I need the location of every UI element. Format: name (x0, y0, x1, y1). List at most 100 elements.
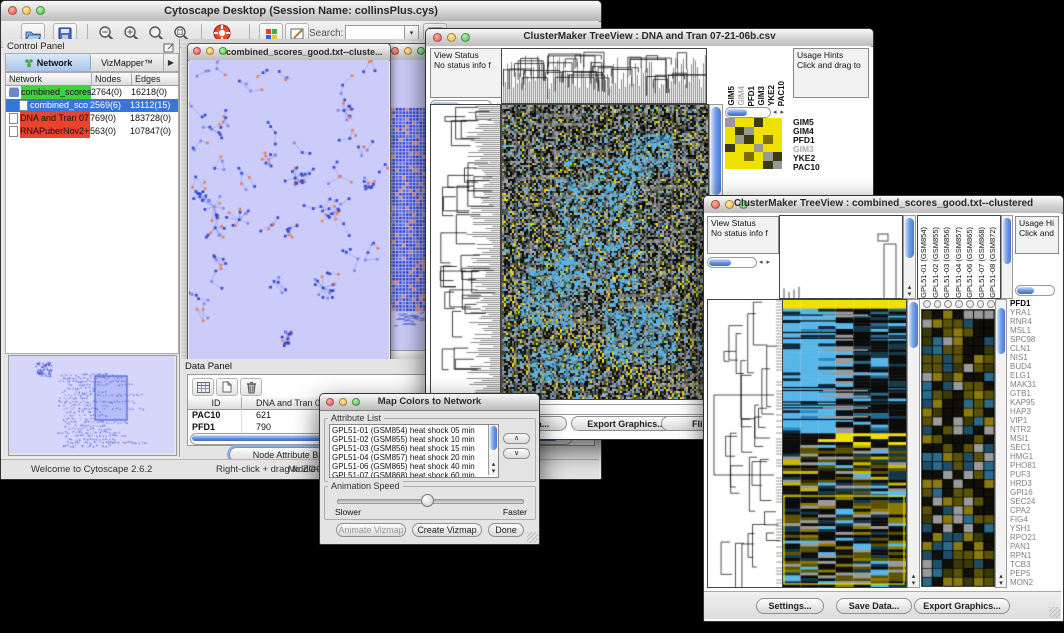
vscroll-arrows[interactable]: ▴▾ (908, 573, 919, 587)
gene-label[interactable]: SEC24 (1010, 497, 1058, 506)
zoom-matrix-cell[interactable] (763, 152, 773, 161)
tab-vizmapper[interactable]: VizMapper™ (91, 54, 163, 71)
attribute-list-item[interactable]: GPL51-04 (GSM857) heat shock 20 min (332, 453, 496, 462)
column-label[interactable]: PAC10 (777, 81, 786, 106)
dialog-titlebar[interactable]: Map Colors to Network (320, 394, 539, 411)
zoom-matrix-cell[interactable] (725, 161, 735, 170)
zoom-matrix-cell[interactable] (773, 135, 783, 144)
zoom-heatmap-matrix[interactable] (725, 118, 782, 169)
zoom-matrix-cell[interactable] (744, 127, 754, 136)
gene-label[interactable]: PAN1 (1010, 542, 1058, 551)
zoom-button[interactable] (417, 47, 425, 55)
global-heatmap-canvas[interactable] (502, 105, 708, 399)
gene-label[interactable]: RNR4 (1010, 317, 1058, 326)
row-dendrogram-panel[interactable] (430, 104, 501, 400)
column-tree-vscrollbar[interactable]: ▴▾ (903, 215, 916, 299)
global-heatmap-canvas[interactable] (783, 300, 906, 587)
treeview-combined-titlebar[interactable]: ClusterMaker TreeView : combined_scores_… (704, 196, 1063, 214)
gene-label[interactable]: PHO81 (1010, 461, 1058, 470)
network-table-row[interactable]: combined_sco2569(6)13112(15) (6, 99, 178, 112)
gene-label[interactable]: HRD3 (1010, 479, 1058, 488)
column-label[interactable]: GPL51-06 (GSM865) (965, 227, 976, 298)
gene-label[interactable]: SPC98 (1010, 335, 1058, 344)
column-label[interactable]: GIM4 (737, 86, 746, 106)
vscroll-thumb[interactable] (905, 218, 914, 258)
attribute-list-scrollbar[interactable]: ▴▾ (488, 425, 498, 475)
zoom-matrix-cell[interactable] (744, 118, 754, 127)
column-label[interactable]: GPL51-01 (GSM854) (919, 227, 930, 298)
create-vizmap-button[interactable]: Create Vizmap (412, 523, 482, 537)
zoom-matrix-cell[interactable] (754, 144, 764, 153)
zoom-matrix-cell[interactable] (763, 144, 773, 153)
scroll-arrows[interactable]: ◂ ▸ (773, 108, 785, 116)
gene-label[interactable]: SEC1 (1010, 443, 1058, 452)
minimize-button[interactable] (206, 47, 214, 55)
zoom-matrix-cell[interactable] (763, 118, 773, 127)
row-label[interactable]: PAC10 (793, 163, 820, 172)
attribute-select-button[interactable] (192, 378, 214, 396)
gene-vscrollbar[interactable]: ▴▾ (995, 299, 1007, 588)
move-up-button[interactable]: ∧ (503, 433, 530, 444)
gene-label[interactable]: ELG1 (1010, 371, 1058, 380)
zoom-matrix-cell[interactable] (735, 152, 745, 161)
gene-label[interactable]: YSH1 (1010, 524, 1058, 533)
global-heatmap-panel[interactable] (501, 104, 709, 400)
column-label-vscrollbar[interactable] (1001, 215, 1013, 299)
global-heatmap-panel[interactable] (782, 299, 907, 588)
network-table-row[interactable]: combined_scores2764(0)16218(0) (6, 86, 178, 99)
gene-label[interactable]: MON2 (1010, 578, 1058, 587)
main-titlebar[interactable]: Cytoscape Desktop (Session Name: collins… (1, 1, 601, 22)
heatmap-vscrollbar[interactable]: ▴▾ (907, 299, 920, 588)
tab-network[interactable]: Network (6, 54, 91, 71)
hints-scrollbar[interactable] (1015, 285, 1055, 296)
treeview-combined-window[interactable]: ClusterMaker TreeView : combined_scores_… (703, 195, 1064, 622)
zoom-matrix-cell[interactable] (725, 118, 735, 127)
zoom-matrix-cell[interactable] (754, 118, 764, 127)
network-table-row[interactable]: RNAPuberNov2+l563(0)107847(0) (6, 125, 178, 138)
zoom-matrix-cell[interactable] (725, 152, 735, 161)
zoom-matrix-cell[interactable] (735, 135, 745, 144)
vscroll-arrows[interactable]: ▴▾ (904, 284, 915, 298)
resize-grip[interactable] (1049, 607, 1060, 618)
gene-label[interactable]: GTB1 (1010, 389, 1058, 398)
column-label[interactable]: PFD1 (747, 86, 756, 106)
attribute-listbox[interactable]: GPL51-01 (GSM854) heat shock 05 minGPL51… (329, 424, 499, 478)
network-canvas[interactable] (189, 60, 389, 359)
tab-overflow-arrow[interactable]: ▶ (163, 54, 178, 71)
gene-label[interactable]: RPN1 (1010, 551, 1058, 560)
gene-label[interactable]: HAP3 (1010, 407, 1058, 416)
column-label[interactable]: GIM3 (757, 86, 766, 106)
move-down-button[interactable]: ∨ (503, 448, 530, 459)
column-dendrogram-canvas[interactable] (502, 49, 706, 103)
zoom-matrix-cell[interactable] (744, 144, 754, 153)
zoom-matrix-cell[interactable] (773, 127, 783, 136)
vscroll-thumb[interactable] (909, 302, 918, 348)
status-scrollbar[interactable] (707, 257, 757, 268)
zoom-matrix-cell[interactable] (744, 152, 754, 161)
speed-slider-thumb[interactable] (421, 494, 434, 507)
row-dendrogram-canvas[interactable] (708, 300, 782, 587)
zoom-matrix-cell[interactable] (773, 144, 783, 153)
scroll-thumb[interactable] (709, 259, 731, 266)
attribute-list-item[interactable]: GPL51-06 (GSM865) heat shock 40 min (332, 462, 496, 471)
gene-label[interactable]: YRA1 (1010, 308, 1058, 317)
zoom-matrix-cell[interactable] (735, 118, 745, 127)
zoom-matrix-cell[interactable] (763, 161, 773, 170)
gene-label[interactable]: PFD1 (1010, 299, 1058, 308)
gene-label[interactable]: KAP95 (1010, 398, 1058, 407)
vscroll-thumb[interactable] (711, 107, 721, 195)
minimize-button[interactable] (404, 47, 412, 55)
gene-label[interactable]: PEP5 (1010, 569, 1058, 578)
zoom-matrix-cell[interactable] (773, 118, 783, 127)
vscroll-thumb[interactable] (997, 308, 1005, 354)
zoom-heatmap-panel[interactable] (921, 309, 995, 587)
zoom-matrix-cell[interactable] (725, 144, 735, 153)
column-label[interactable]: GPL51-03 (GSM856) (942, 227, 953, 298)
column-label[interactable]: GPL51-07 (GSM868) (977, 227, 988, 298)
col-header-edges[interactable]: Edges (132, 73, 178, 86)
vscroll-thumb[interactable] (1003, 218, 1011, 264)
network-table-row[interactable]: DNA and Tran 07769(0)183728(0) (6, 112, 178, 125)
gene-label[interactable]: BUD4 (1010, 362, 1058, 371)
gene-label[interactable]: MSI1 (1010, 434, 1058, 443)
treeview-button-save-data---[interactable]: Save Data... (836, 598, 912, 614)
